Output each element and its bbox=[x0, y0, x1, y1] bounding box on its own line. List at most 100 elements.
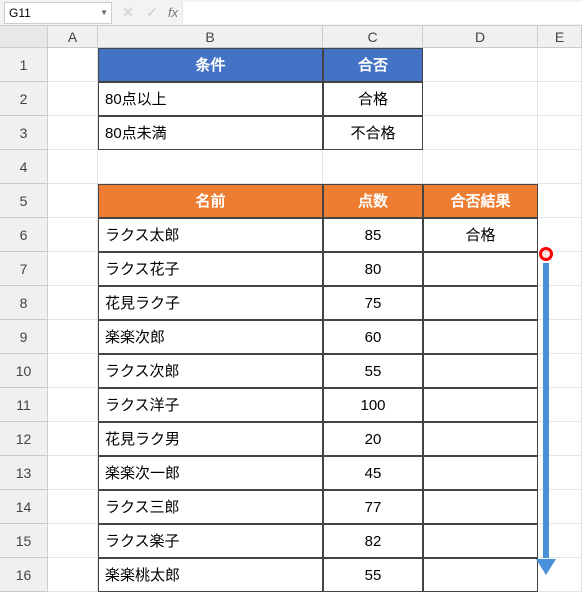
cell[interactable] bbox=[538, 422, 582, 456]
cell[interactable]: ラクス花子 bbox=[98, 252, 323, 286]
conditions-header-b[interactable]: 条件 bbox=[98, 48, 323, 82]
cell[interactable] bbox=[48, 48, 98, 82]
cell[interactable] bbox=[48, 116, 98, 150]
cell[interactable] bbox=[423, 150, 538, 184]
cell[interactable] bbox=[423, 490, 538, 524]
cell[interactable] bbox=[538, 286, 582, 320]
row-header[interactable]: 16 bbox=[0, 558, 48, 592]
cell[interactable]: 55 bbox=[323, 558, 423, 592]
cell[interactable] bbox=[538, 354, 582, 388]
col-header-E[interactable]: E bbox=[538, 26, 582, 47]
row-header[interactable]: 1 bbox=[0, 48, 48, 82]
cell[interactable] bbox=[423, 524, 538, 558]
cell[interactable]: ラクス楽子 bbox=[98, 524, 323, 558]
row-header[interactable]: 6 bbox=[0, 218, 48, 252]
cell[interactable] bbox=[48, 524, 98, 558]
cell[interactable] bbox=[48, 354, 98, 388]
cell[interactable] bbox=[538, 218, 582, 252]
col-header-B[interactable]: B bbox=[98, 26, 323, 47]
row-header[interactable]: 11 bbox=[0, 388, 48, 422]
cell[interactable] bbox=[423, 354, 538, 388]
cell[interactable] bbox=[423, 388, 538, 422]
cell[interactable] bbox=[538, 150, 582, 184]
cell[interactable] bbox=[48, 82, 98, 116]
row-header[interactable]: 13 bbox=[0, 456, 48, 490]
cell[interactable] bbox=[423, 82, 538, 116]
row-header[interactable]: 7 bbox=[0, 252, 48, 286]
row-header[interactable]: 14 bbox=[0, 490, 48, 524]
cell[interactable]: ラクス洋子 bbox=[98, 388, 323, 422]
cell[interactable]: 楽楽次一郎 bbox=[98, 456, 323, 490]
row-header[interactable]: 4 bbox=[0, 150, 48, 184]
cell[interactable] bbox=[423, 116, 538, 150]
cell[interactable] bbox=[423, 48, 538, 82]
cell[interactable] bbox=[48, 218, 98, 252]
cell[interactable] bbox=[423, 456, 538, 490]
cell[interactable] bbox=[423, 286, 538, 320]
select-all-corner[interactable] bbox=[0, 26, 48, 47]
row-header[interactable]: 2 bbox=[0, 82, 48, 116]
cell[interactable] bbox=[538, 48, 582, 82]
cell[interactable] bbox=[538, 388, 582, 422]
cell[interactable] bbox=[48, 184, 98, 218]
row-header[interactable]: 12 bbox=[0, 422, 48, 456]
cell[interactable]: 80点未満 bbox=[98, 116, 323, 150]
cell[interactable] bbox=[48, 388, 98, 422]
cell[interactable]: 75 bbox=[323, 286, 423, 320]
cell[interactable] bbox=[48, 320, 98, 354]
cell[interactable] bbox=[323, 150, 423, 184]
row-header[interactable]: 15 bbox=[0, 524, 48, 558]
cell[interactable] bbox=[48, 422, 98, 456]
cell[interactable] bbox=[48, 456, 98, 490]
cell[interactable]: ラクス三郎 bbox=[98, 490, 323, 524]
cell[interactable] bbox=[48, 490, 98, 524]
row-header[interactable]: 3 bbox=[0, 116, 48, 150]
cell[interactable] bbox=[538, 82, 582, 116]
cell[interactable]: 55 bbox=[323, 354, 423, 388]
col-header-C[interactable]: C bbox=[323, 26, 423, 47]
cell[interactable] bbox=[423, 422, 538, 456]
cell[interactable] bbox=[538, 184, 582, 218]
cell[interactable]: 85 bbox=[323, 218, 423, 252]
chevron-down-icon[interactable]: ▼ bbox=[100, 8, 108, 17]
cell[interactable]: 20 bbox=[323, 422, 423, 456]
cell[interactable]: 45 bbox=[323, 456, 423, 490]
cell[interactable]: 77 bbox=[323, 490, 423, 524]
cell[interactable] bbox=[48, 286, 98, 320]
name-box[interactable]: G11 ▼ bbox=[4, 2, 112, 24]
row-header[interactable]: 9 bbox=[0, 320, 48, 354]
cell[interactable]: 楽楽桃太郎 bbox=[98, 558, 323, 592]
cell[interactable]: ラクス太郎 bbox=[98, 218, 323, 252]
col-header-D[interactable]: D bbox=[423, 26, 538, 47]
cell[interactable] bbox=[48, 252, 98, 286]
cell[interactable] bbox=[98, 150, 323, 184]
formula-input[interactable] bbox=[182, 2, 582, 24]
cell[interactable] bbox=[538, 116, 582, 150]
row-header[interactable]: 5 bbox=[0, 184, 48, 218]
cell[interactable] bbox=[538, 524, 582, 558]
cell[interactable] bbox=[538, 320, 582, 354]
cell[interactable] bbox=[423, 320, 538, 354]
row-header[interactable]: 8 bbox=[0, 286, 48, 320]
cell[interactable] bbox=[423, 252, 538, 286]
cell[interactable]: 楽楽次郎 bbox=[98, 320, 323, 354]
cell[interactable]: 80点以上 bbox=[98, 82, 323, 116]
cell[interactable]: 合格 bbox=[323, 82, 423, 116]
results-header-b[interactable]: 名前 bbox=[98, 184, 323, 218]
results-header-d[interactable]: 合否結果 bbox=[423, 184, 538, 218]
cell[interactable] bbox=[423, 558, 538, 592]
cell[interactable]: 100 bbox=[323, 388, 423, 422]
cell[interactable]: 80 bbox=[323, 252, 423, 286]
cell[interactable] bbox=[48, 150, 98, 184]
cell[interactable] bbox=[538, 456, 582, 490]
cell[interactable] bbox=[48, 558, 98, 592]
col-header-A[interactable]: A bbox=[48, 26, 98, 47]
cell[interactable]: ラクス次郎 bbox=[98, 354, 323, 388]
cell[interactable]: 合格 bbox=[423, 218, 538, 252]
cell[interactable]: 花見ラク男 bbox=[98, 422, 323, 456]
cell[interactable]: 82 bbox=[323, 524, 423, 558]
conditions-header-c[interactable]: 合否 bbox=[323, 48, 423, 82]
row-header[interactable]: 10 bbox=[0, 354, 48, 388]
cell[interactable] bbox=[538, 558, 582, 592]
cell[interactable] bbox=[538, 252, 582, 286]
